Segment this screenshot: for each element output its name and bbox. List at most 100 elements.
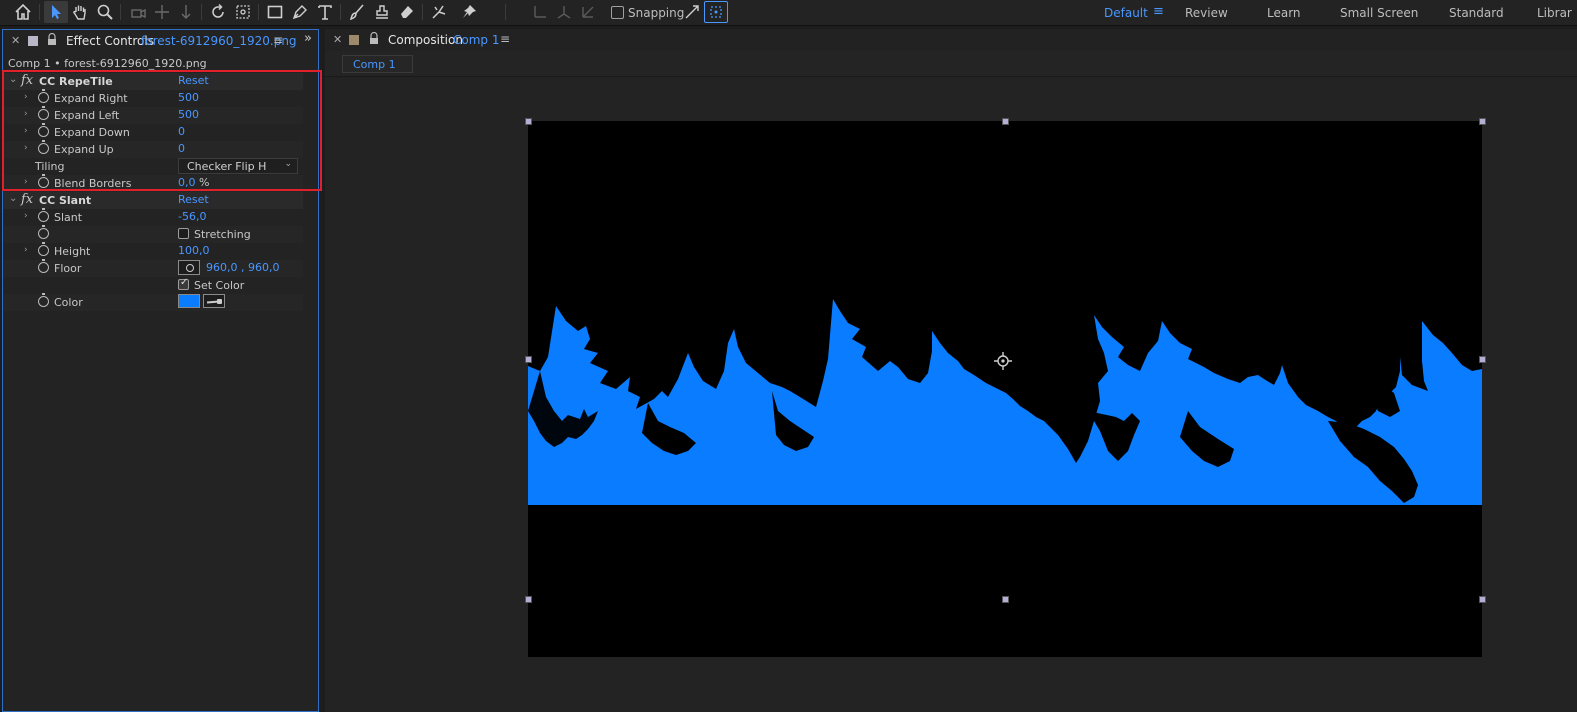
- param-label: Blend Borders: [54, 177, 132, 190]
- expand-chevron-icon[interactable]: ›: [24, 211, 28, 221]
- brush-tool-icon[interactable]: [345, 1, 369, 23]
- composition-canvas[interactable]: [528, 121, 1482, 657]
- stopwatch-icon[interactable]: [38, 225, 49, 239]
- transform-handle[interactable]: [1479, 118, 1486, 125]
- effect-cc-repetile[interactable]: ⌄ fx CC RepeTile Reset: [3, 73, 303, 90]
- close-icon[interactable]: ✕: [333, 33, 342, 46]
- expand-chevron-icon[interactable]: ›: [24, 109, 28, 119]
- anchor-point-icon[interactable]: [994, 352, 1012, 370]
- label-color-swatch: [349, 35, 359, 45]
- lock-icon[interactable]: [369, 32, 379, 44]
- expand-left-value[interactable]: 500: [178, 108, 199, 121]
- type-tool-icon[interactable]: [313, 1, 337, 23]
- stopwatch-icon[interactable]: [38, 293, 49, 307]
- pan-camera-icon[interactable]: [150, 1, 174, 23]
- color-swatch[interactable]: [178, 294, 200, 308]
- pan-behind-tool-icon[interactable]: [231, 1, 255, 23]
- view-axis-icon[interactable]: [576, 1, 600, 23]
- snapping-checkbox[interactable]: [611, 6, 624, 19]
- expand-chevron-icon[interactable]: ›: [24, 143, 28, 153]
- orbit-camera-icon[interactable]: [126, 1, 150, 23]
- panel-menu-icon[interactable]: ≡: [273, 33, 283, 47]
- stopwatch-icon[interactable]: [38, 242, 49, 256]
- pen-tool-icon[interactable]: [288, 1, 312, 23]
- world-axis-icon[interactable]: [552, 1, 576, 23]
- workspace-learn[interactable]: Learn: [1267, 6, 1301, 20]
- toolbar-divider: [505, 4, 506, 20]
- stretching-checkbox[interactable]: [178, 228, 189, 239]
- effect-controls-tab[interactable]: ✕ Effect Controls forest-6912960_1920.pn…: [3, 30, 318, 52]
- puppet-pin-tool-icon[interactable]: [457, 1, 481, 23]
- transform-handle[interactable]: [1002, 596, 1009, 603]
- stopwatch-icon[interactable]: [38, 123, 49, 137]
- composition-name[interactable]: Comp 1: [453, 33, 499, 47]
- transform-handle[interactable]: [1479, 596, 1486, 603]
- stopwatch-icon[interactable]: [38, 106, 49, 120]
- floor-value[interactable]: 960,0 , 960,0: [206, 261, 279, 274]
- tiling-dropdown[interactable]: Checker Flip H ⌄: [178, 158, 298, 174]
- toolbar-divider: [340, 4, 341, 20]
- fx-icon[interactable]: fx: [21, 192, 33, 207]
- transform-handle[interactable]: [1479, 356, 1486, 363]
- param-label: Expand Left: [54, 109, 120, 122]
- effect-cc-slant[interactable]: ⌄ fx CC Slant Reset: [3, 192, 303, 209]
- transform-handle[interactable]: [525, 596, 532, 603]
- expand-chevron-icon[interactable]: ›: [24, 245, 28, 255]
- lock-icon[interactable]: [47, 33, 57, 45]
- expand-right-value[interactable]: 500: [178, 91, 199, 104]
- clone-stamp-tool-icon[interactable]: [370, 1, 394, 23]
- expand-chevron-icon[interactable]: ›: [24, 126, 28, 136]
- collapse-chevron-icon[interactable]: ⌄: [9, 74, 17, 85]
- close-icon[interactable]: ✕: [11, 34, 20, 47]
- stopwatch-icon[interactable]: [38, 259, 49, 273]
- set-color-checkbox[interactable]: [178, 277, 189, 290]
- param-blend-borders: › Blend Borders 0,0 %: [3, 174, 303, 192]
- dolly-camera-icon[interactable]: [174, 1, 198, 23]
- comp-viewer-tab[interactable]: Comp 1: [342, 55, 413, 73]
- reset-button[interactable]: Reset: [178, 74, 209, 87]
- param-expand-up: › Expand Up 0: [3, 140, 303, 158]
- rectangle-tool-icon[interactable]: [263, 1, 287, 23]
- zoom-tool-icon[interactable]: [93, 1, 117, 23]
- roto-brush-tool-icon[interactable]: [427, 1, 451, 23]
- param-label: Slant: [54, 211, 83, 224]
- workspace-review[interactable]: Review: [1185, 6, 1228, 20]
- hand-tool-icon[interactable]: [68, 1, 92, 23]
- expand-down-value[interactable]: 0: [178, 125, 185, 138]
- reset-button[interactable]: Reset: [178, 193, 209, 206]
- snap-features-icon[interactable]: [704, 1, 728, 23]
- selection-tool-icon[interactable]: [44, 1, 68, 23]
- expand-chevron-icon[interactable]: ›: [24, 177, 28, 187]
- composition-viewer[interactable]: [325, 78, 1577, 712]
- expand-panels-icon[interactable]: »: [304, 31, 312, 46]
- snap-edges-icon[interactable]: [680, 1, 704, 23]
- height-value[interactable]: 100,0: [178, 244, 210, 257]
- transform-handle[interactable]: [525, 356, 532, 363]
- blend-borders-value[interactable]: 0,0 %: [178, 176, 209, 189]
- stopwatch-icon[interactable]: [38, 174, 49, 188]
- workspace-libraries[interactable]: Librar: [1537, 6, 1572, 20]
- stopwatch-icon[interactable]: [38, 208, 49, 222]
- home-icon[interactable]: [11, 1, 35, 23]
- fx-icon[interactable]: fx: [21, 73, 33, 88]
- expand-up-value[interactable]: 0: [178, 142, 185, 155]
- transform-handle[interactable]: [525, 118, 532, 125]
- slant-value[interactable]: -56,0: [178, 210, 206, 223]
- stopwatch-icon[interactable]: [38, 89, 49, 103]
- collapse-chevron-icon[interactable]: ⌄: [9, 193, 17, 204]
- eyedropper-icon[interactable]: [203, 294, 225, 308]
- transform-handle[interactable]: [1002, 118, 1009, 125]
- workspace-default[interactable]: Default: [1104, 6, 1148, 20]
- panel-menu-icon[interactable]: ≡: [500, 32, 510, 46]
- rotate-tool-icon[interactable]: [206, 1, 230, 23]
- point-target-icon[interactable]: [178, 260, 200, 275]
- stopwatch-icon[interactable]: [38, 140, 49, 154]
- workspace-standard[interactable]: Standard: [1449, 6, 1504, 20]
- param-expand-left: › Expand Left 500: [3, 106, 303, 124]
- expand-chevron-icon[interactable]: ›: [24, 92, 28, 102]
- workspace-menu-icon[interactable]: ≡: [1153, 4, 1164, 19]
- local-axis-icon[interactable]: [528, 1, 552, 23]
- toolbar-divider: [120, 4, 121, 20]
- workspace-small-screen[interactable]: Small Screen: [1340, 6, 1418, 20]
- eraser-tool-icon[interactable]: [395, 1, 419, 23]
